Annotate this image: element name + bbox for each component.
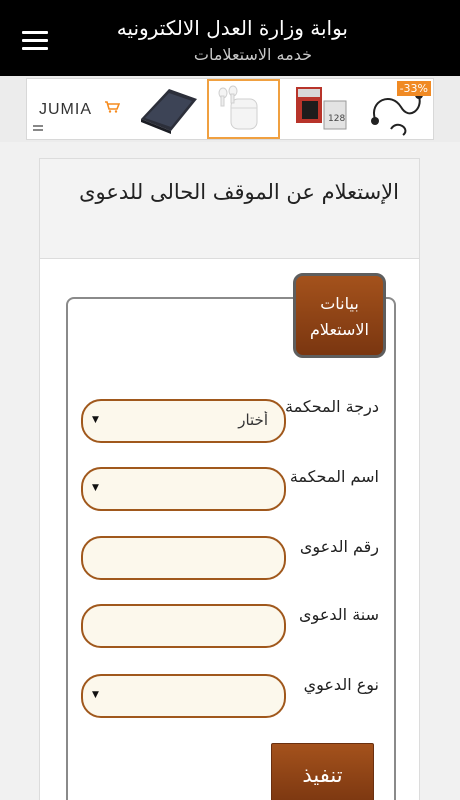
ad-memory-card[interactable]: 128 (290, 79, 361, 139)
court-name-label: اسم المحكمة (289, 467, 379, 486)
fieldset-legend: بيانات الاستعلام (293, 273, 386, 358)
tablet-case-image (141, 89, 197, 134)
app-subtitle: خدمه الاستعلامات (193, 45, 312, 64)
query-card: الإستعلام عن الموقف الحالى للدعوى بيانات… (39, 158, 420, 800)
dropdown-arrow-icon: ▼ (92, 483, 99, 493)
app-title: بوابة وزارة العدل الالكترونيه (116, 16, 348, 40)
case-year-input[interactable] (81, 604, 286, 648)
ad-tablet-case[interactable] (131, 79, 205, 139)
cart-icon (105, 101, 120, 113)
ad-carousel[interactable]: JUMIA 128 -33% (26, 78, 434, 140)
court-name-select[interactable]: ▼ (81, 467, 286, 511)
submit-button[interactable]: تنفيذ (271, 743, 374, 800)
case-number-input[interactable] (81, 536, 286, 580)
ad-wireless-earbuds[interactable] (207, 79, 280, 139)
svg-text:128: 128 (328, 114, 345, 124)
jumia-logo-text: JUMIA (39, 101, 92, 118)
dropdown-arrow-icon: ▼ (92, 415, 99, 425)
court-level-label: درجة المحكمة (285, 397, 379, 416)
case-number-label: رقم الدعوى (299, 537, 379, 556)
card-header: الإستعلام عن الموقف الحالى للدعوى (40, 159, 419, 259)
court-level-value: أختار (238, 411, 268, 429)
case-type-select[interactable]: ▼ (81, 674, 286, 718)
app-bar: بوابة وزارة العدل الالكترونيه خدمه الاست… (0, 0, 460, 76)
earbuds-image (218, 85, 258, 130)
ad-jumia-logo[interactable]: JUMIA (27, 79, 128, 139)
memory-card-image: 128 (296, 87, 347, 130)
ad-wired-earphones[interactable]: -33% (361, 79, 433, 139)
court-level-select[interactable]: ▼ أختار (81, 399, 286, 443)
dropdown-arrow-icon: ▼ (92, 690, 99, 700)
list-icon (33, 125, 43, 133)
menu-icon[interactable] (22, 31, 48, 51)
page-title: الإستعلام عن الموقف الحالى للدعوى (79, 180, 399, 204)
case-type-label: نوع الدعوي (303, 675, 379, 694)
case-year-label: سنة الدعوى (299, 605, 379, 624)
discount-badge: -33% (396, 81, 431, 96)
ad-banner: JUMIA 128 -33% (0, 76, 460, 142)
